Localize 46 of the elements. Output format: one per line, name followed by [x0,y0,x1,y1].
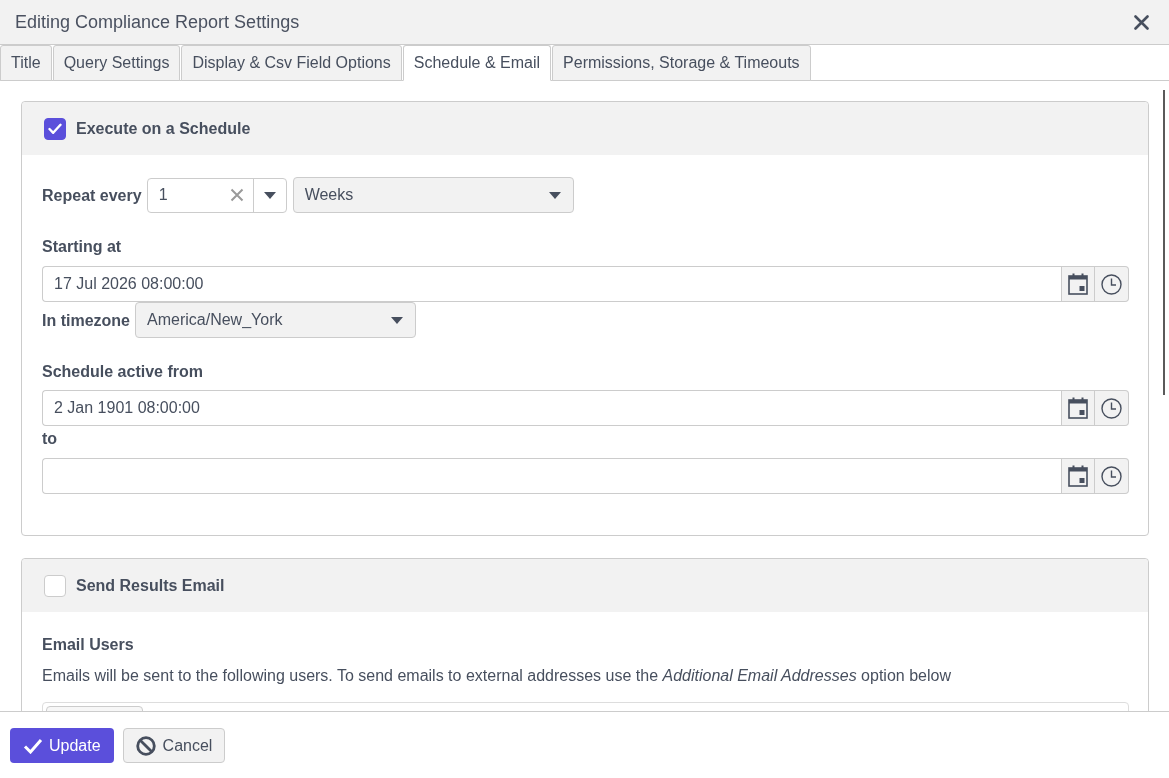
scrollbar-thumb[interactable] [1163,90,1165,395]
field-label: In timezone [42,310,130,330]
caret-icon [263,191,276,199]
check-icon [48,122,62,135]
field-label: to [42,429,59,448]
calendar-icon [1068,397,1088,419]
close-button[interactable] [1132,13,1150,31]
clock-icon [1101,273,1122,295]
field-label: Repeat every [42,185,142,205]
time-button[interactable] [1095,266,1129,302]
panel-title: Execute on a Schedule [76,118,251,139]
close-icon [1133,14,1149,30]
time-button[interactable] [1095,390,1129,426]
number-input[interactable]: 1 [146,177,287,213]
help-text: Emails will be sent to the following users. To send emails to external addresses use the Additional Email Addresses option below [42,666,952,685]
caret-icon [548,191,561,199]
calendar-button[interactable] [1061,390,1095,426]
panel-title: Send Results Email [76,575,225,596]
tab[interactable]: Query Settings [52,45,181,81]
checkbox[interactable] [44,117,66,140]
date-input[interactable]: 2 Jan 1901 08:00:00 [42,390,1061,426]
clock-icon [1101,397,1122,419]
tab[interactable]: Title [0,45,52,81]
clock-icon [1101,465,1122,487]
tab[interactable]: Display & Csv Field Options [181,45,402,81]
field-label: Schedule active from [42,362,204,381]
date-input[interactable] [42,458,1061,494]
clear-icon [229,188,244,202]
cancel-button[interactable]: Cancel [122,728,226,763]
caret-icon [391,316,403,324]
field-label: Email Users [42,635,135,654]
field-label: Starting at [42,237,123,256]
calendar-icon [1068,273,1088,295]
calendar-button[interactable] [1061,458,1095,494]
window-title: Editing Compliance Report Settings [15,10,300,34]
update-button[interactable]: Update [10,728,114,763]
check-icon [23,737,43,754]
calendar-button[interactable] [1061,266,1095,302]
calendar-icon [1068,465,1088,487]
ban-icon [135,735,156,756]
select-field[interactable]: Weeks [292,177,574,213]
tab[interactable]: Permissions, Storage & Timeouts [552,45,811,81]
date-input[interactable]: 17 Jul 2026 08:00:00 [42,266,1061,302]
select-field[interactable]: America/New_York [135,302,416,338]
time-button[interactable] [1095,458,1129,494]
tab[interactable]: Schedule & Email [402,45,552,81]
